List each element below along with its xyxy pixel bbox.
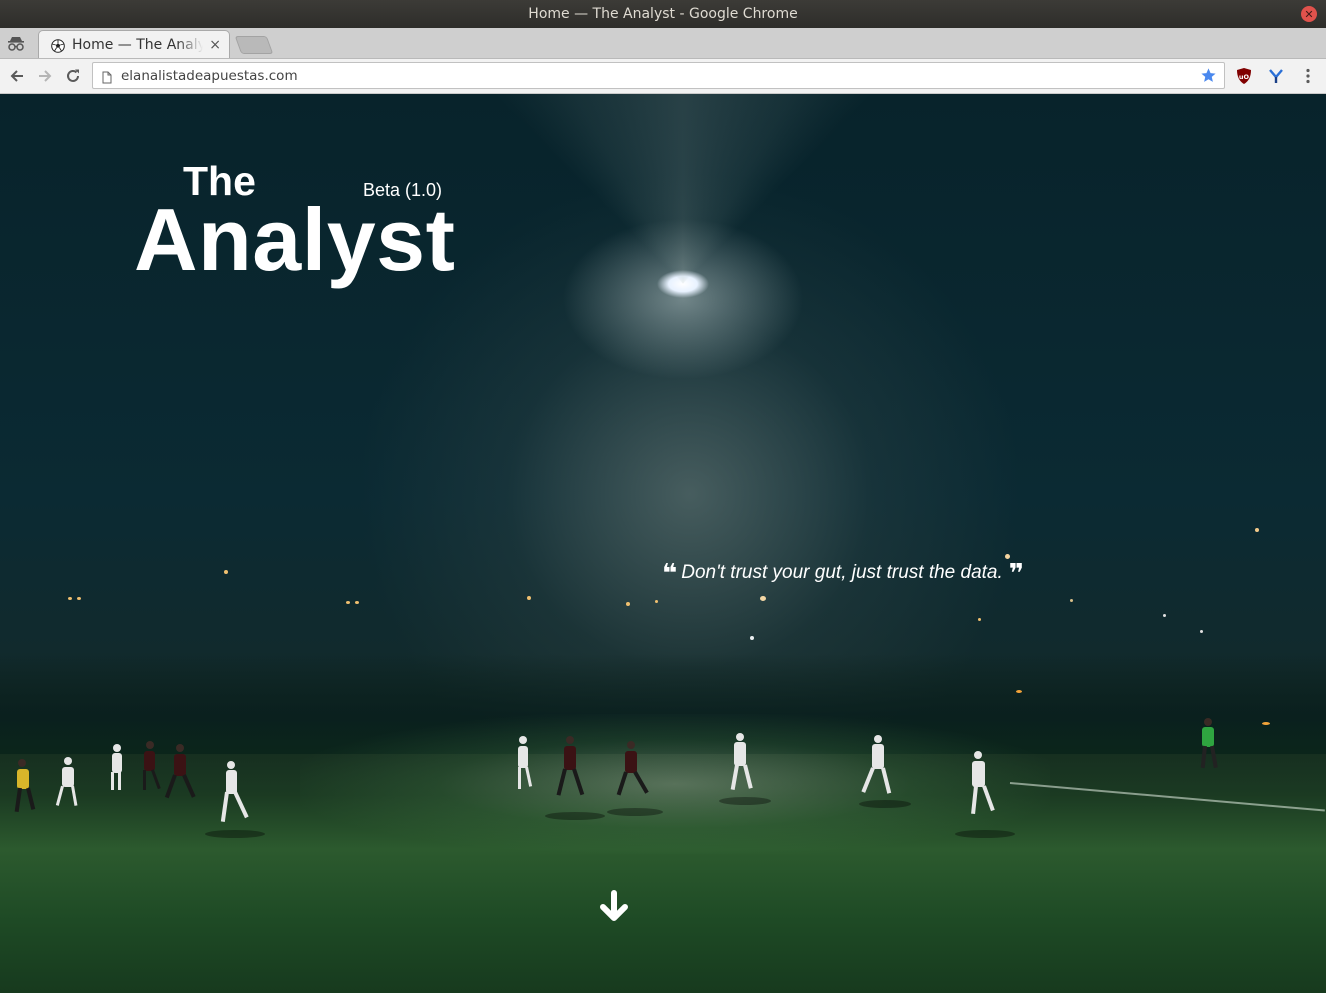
browser-toolbar: elanalistadeapuestas.com uO: [0, 59, 1326, 94]
window-titlebar: Home — The Analyst - Google Chrome ✕: [0, 0, 1326, 28]
hero-section: The Beta (1.0) Analyst ❝ Don't trust you…: [0, 94, 1326, 993]
soccer-ball-icon: [51, 38, 65, 53]
quote-close-icon: ❞: [1008, 558, 1025, 588]
address-bar[interactable]: elanalistadeapuestas.com: [92, 62, 1225, 89]
url-text[interactable]: elanalistadeapuestas.com: [121, 68, 298, 84]
tab-home[interactable]: Home — The Analyst ×: [38, 30, 230, 58]
incognito-icon: [6, 34, 26, 54]
window-close-button[interactable]: ✕: [1301, 6, 1317, 22]
menu-kebab-icon[interactable]: [1299, 67, 1317, 85]
tab-strip: Home — The Analyst ×: [0, 28, 1326, 59]
bookmark-star-icon[interactable]: [1200, 67, 1217, 88]
hero-quote: ❝ Don't trust your gut, just trust the d…: [662, 558, 1025, 588]
svg-text:uO: uO: [1239, 73, 1250, 81]
quote-text: Don't trust your gut, just trust the dat…: [681, 562, 1003, 583]
reload-icon[interactable]: [62, 65, 84, 87]
down-arrow-icon[interactable]: [597, 890, 631, 924]
forward-arrow-icon[interactable]: [34, 65, 56, 87]
tab-close-icon[interactable]: ×: [209, 37, 221, 53]
new-tab-button[interactable]: [234, 36, 274, 54]
quote-open-icon: ❝: [662, 558, 678, 588]
back-arrow-icon[interactable]: [6, 65, 28, 87]
page-icon: [102, 69, 112, 88]
tab-title: Home — The Analyst: [72, 36, 204, 53]
ublock-icon[interactable]: uO: [1235, 67, 1253, 85]
close-icon: ✕: [1304, 7, 1314, 21]
extension-y-icon[interactable]: [1267, 67, 1285, 85]
brand-analyst: Analyst: [134, 190, 456, 289]
window-title: Home — The Analyst - Google Chrome: [528, 6, 798, 22]
